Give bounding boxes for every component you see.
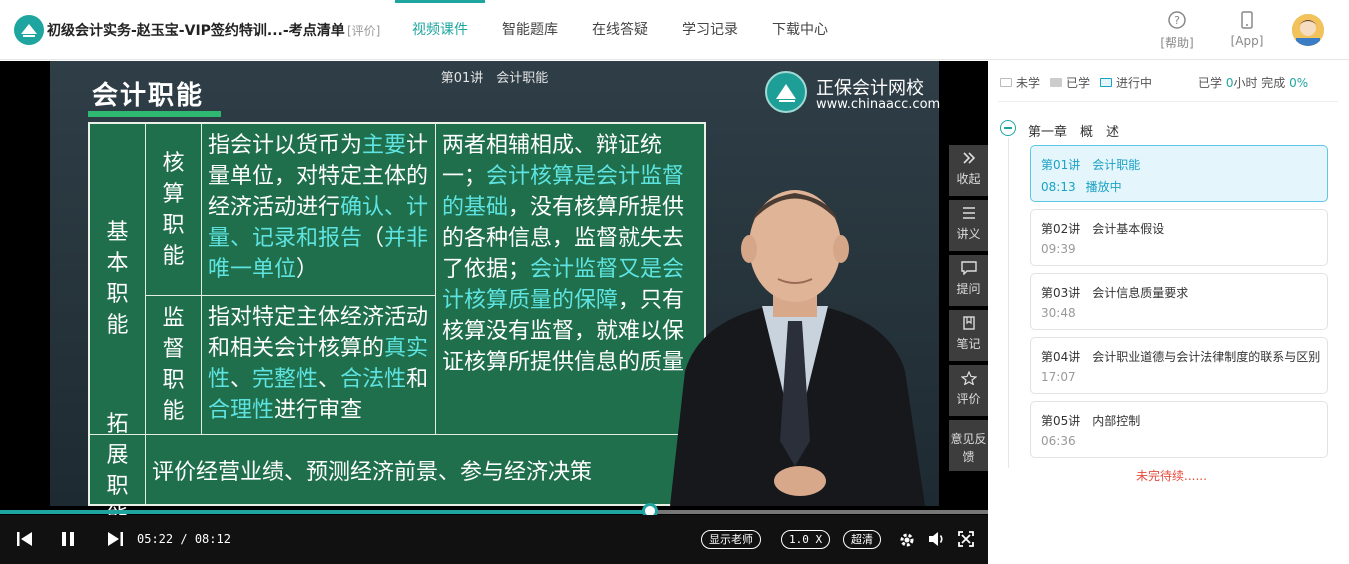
playing-status: 播放中 [1085,180,1122,194]
collapse-label: 收起 [956,172,981,186]
ask-label: 提问 [956,282,981,296]
completion-percent: 0% [1289,76,1309,90]
lesson-title: 第02讲 会计基本假设 [1041,222,1165,236]
control-bar: 05:22 / 08:12 显示老师 1.0 X 超清 [0,515,988,564]
nav-video-courseware[interactable]: 视频课件 [395,0,485,60]
brand-logo-icon [765,71,807,113]
user-avatar[interactable] [1292,14,1324,46]
learned-swatch [1050,78,1063,87]
extended-description: 评价经营业绩、预测经济前景、参与经济决策 [152,460,593,485]
nav-download-center[interactable]: 下载中心 [755,0,845,60]
tree-connector [1008,138,1009,468]
heading-underline [88,111,221,117]
nav-question-bank[interactable]: 智能题库 [485,0,575,60]
teacher-figure [670,190,925,506]
course-outline-panel: 未学 已学 进行中 已学 0小时 完成 0% 第一章 概 述 第01讲 会计职能… [988,61,1349,564]
feedback-button[interactable]: 意见反馈 [949,420,988,471]
rate-label: 评价 [956,392,981,406]
in-progress-swatch [1100,78,1113,87]
previous-icon[interactable] [16,531,34,551]
lesson-duration: 09:39 [1041,242,1076,256]
unlearned-swatch [1000,78,1012,87]
show-teacher-toggle[interactable]: 显示老师 [701,530,761,549]
lesson-title: 第05讲 内部控制 [1041,414,1141,428]
double-chevron-right-icon [949,151,988,168]
lesson-item-03[interactable]: 第03讲 会计信息质量要求 30:48 [1030,273,1328,330]
supervision-function-label: 监督职能 [146,296,202,435]
to-be-continued-note: 未完待续...... [1136,469,1207,483]
legend-unlearned: 未学 [1016,76,1041,90]
phone-icon [1227,11,1267,32]
progress-fill [0,510,650,514]
extended-function-label: 拓展职能 [90,412,146,530]
top-header: 初级会计实务-赵玉宝-VIP签约特训...-考点清单 [评价] 视频课件 智能题… [0,0,1349,60]
ask-button[interactable]: 提问 [949,255,988,306]
legend-learned: 已学 [1066,76,1091,90]
player-side-toolbar: 收起 讲义 提问 笔记 评价 意见反馈 [949,145,988,475]
star-icon [949,370,988,388]
lesson-item-02[interactable]: 第02讲 会计基本假设 09:39 [1030,209,1328,266]
basic-function-label: 基本职能 [90,124,146,435]
list-icon [949,206,988,223]
quality-selector[interactable]: 超清 [843,530,881,549]
help-icon: ? [1157,11,1197,32]
lesson-duration: 17:07 [1041,370,1076,384]
panel-divider [998,101,1338,102]
lesson-item-04[interactable]: 第04讲 会计职业道德与会计法律制度的联系与区别 17:07 [1030,337,1328,394]
collapse-chapter-icon[interactable] [1000,120,1016,136]
notebook-icon [949,316,988,333]
lesson-item-01[interactable]: 第01讲 会计职能 08:13 播放中 [1030,145,1328,202]
lesson-duration: 30:48 [1041,306,1076,320]
lesson-title: 第04讲 会计职业道德与会计法律制度的联系与区别 [1041,350,1321,364]
video-player[interactable]: 第01讲 会计职能 会计职能 正保会计网校 www.chinaacc.com 基… [0,61,988,564]
time-display: 05:22 / 08:12 [137,532,231,546]
slide-heading: 会计职能 [92,81,205,111]
help-button[interactable]: ? [帮助] [1157,11,1197,51]
brand-url: www.chinaacc.com [816,97,941,112]
nav-study-record[interactable]: 学习记录 [665,0,755,60]
chapter-title[interactable]: 第一章 概 述 [1028,121,1119,140]
accounting-function-label: 核算职能 [146,124,202,296]
pause-icon[interactable] [60,531,76,551]
handout-label: 讲义 [956,227,981,241]
next-icon[interactable] [106,531,124,551]
lesson-item-05[interactable]: 第05讲 内部控制 06:36 [1030,401,1328,458]
site-logo[interactable] [14,15,44,45]
main-nav: 视频课件 智能题库 在线答疑 学习记录 下载中心 [395,0,845,60]
supervision-description: 指对特定主体经济活动和相关会计核算的真实性、完整性、合法性和合理性进行审查 [202,296,436,435]
svg-text:?: ? [1174,14,1180,27]
rate-link[interactable]: [评价] [347,22,380,39]
volume-icon[interactable] [928,531,946,551]
chat-bubble-icon [949,261,988,278]
app-button[interactable]: [App] [1227,11,1267,48]
chalkboard-table: 基本职能 核算职能 监督职能 指会计以货币为主要计量单位，对特定主体的经济活动进… [88,122,706,530]
legend-in-progress: 进行中 [1116,76,1153,90]
total-time: 08:12 [194,532,231,546]
lesson-title: 第03讲 会计信息质量要求 [1041,286,1189,300]
settings-gear-icon[interactable] [898,531,916,553]
study-stats: 已学 0小时 完成 0% [1198,76,1309,90]
help-label: [帮助] [1160,36,1194,50]
accounting-description: 指会计以货币为主要计量单位，对特定主体的经济活动进行确认、计量、记录和报告（并非… [202,124,436,296]
collapse-button[interactable]: 收起 [949,145,988,196]
lesson-title: 第01讲 会计职能 [1041,158,1141,172]
rate-button[interactable]: 评价 [949,365,988,416]
nav-online-qa[interactable]: 在线答疑 [575,0,665,60]
course-title: 初级会计实务-赵玉宝-VIP签约特训...-考点清单 [47,23,345,39]
current-time: 05:22 [137,532,174,546]
lesson-duration: 06:36 [1041,434,1076,448]
notes-label: 笔记 [956,337,981,351]
lesson-duration: 08:13 [1041,180,1076,194]
app-label: [App] [1230,34,1264,48]
status-legend: 未学 已学 进行中 [1000,74,1152,91]
handout-button[interactable]: 讲义 [949,200,988,251]
fullscreen-icon[interactable] [958,531,974,551]
speed-selector[interactable]: 1.0 X [781,530,831,549]
video-frame: 第01讲 会计职能 会计职能 正保会计网校 www.chinaacc.com 基… [50,61,941,530]
notes-button[interactable]: 笔记 [949,310,988,361]
